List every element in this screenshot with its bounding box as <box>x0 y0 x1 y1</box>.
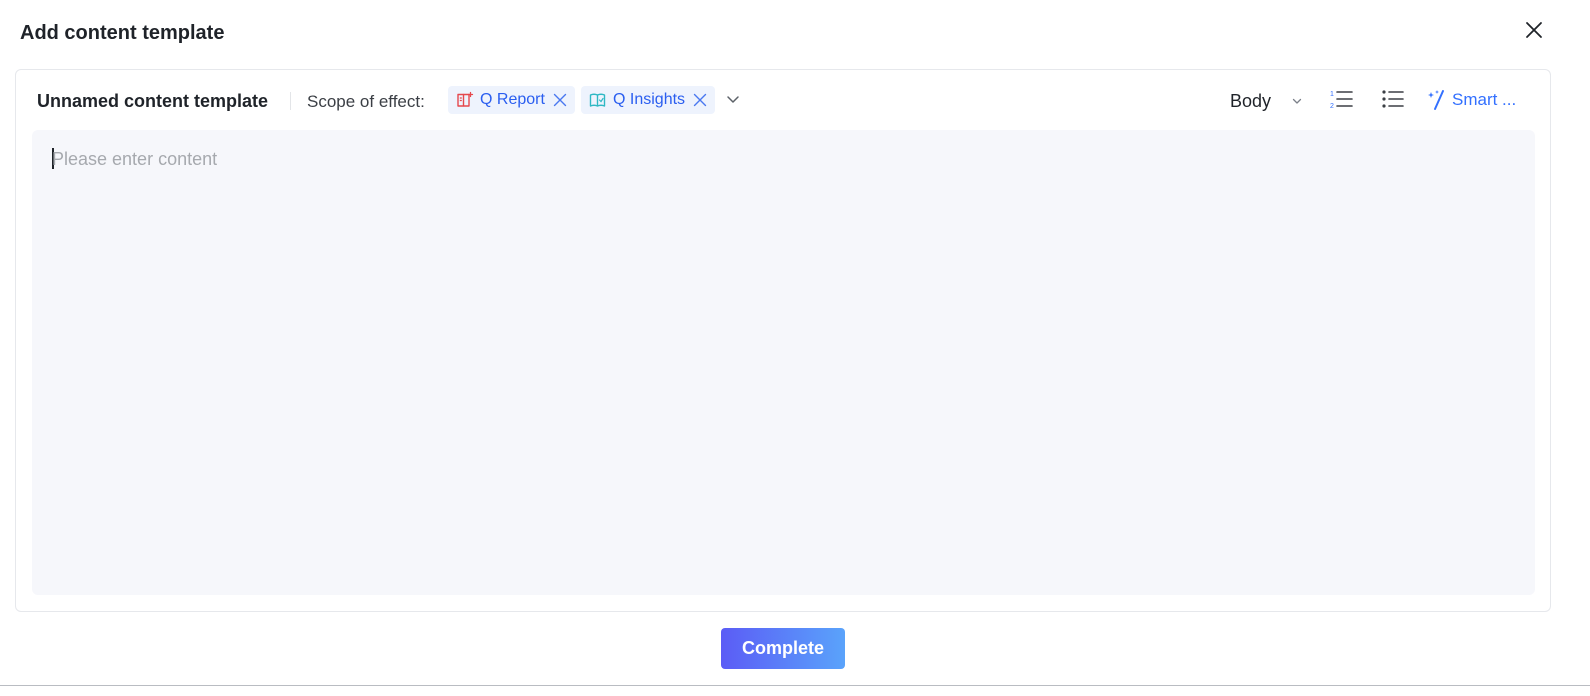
remove-tag-q-insights-button[interactable] <box>693 93 707 107</box>
content-editor[interactable] <box>32 130 1535 595</box>
ordered-list-icon: 1 2 <box>1329 87 1353 116</box>
chevron-down-icon <box>1291 95 1303 107</box>
chevron-down-icon <box>725 91 741 112</box>
template-name[interactable]: Unnamed content template <box>37 90 268 112</box>
dialog-title: Add content template <box>20 22 225 44</box>
scope-tag-q-insights: Q Insights <box>581 86 716 114</box>
close-icon <box>1524 20 1544 45</box>
magic-wand-icon <box>1426 89 1448 111</box>
scope-tag-label: Q Insights <box>613 91 686 108</box>
scope-dropdown-button[interactable] <box>724 92 742 110</box>
svg-text:1: 1 <box>1330 91 1334 98</box>
svg-text:2: 2 <box>1330 103 1334 110</box>
scope-tag-q-report: Q Report <box>448 86 575 114</box>
content-input[interactable] <box>52 147 1512 171</box>
ordered-list-button[interactable]: 1 2 <box>1328 88 1354 114</box>
insights-book-icon <box>589 91 607 109</box>
remove-tag-q-report-button[interactable] <box>553 93 567 107</box>
template-editor-panel: Unnamed content template Scope of effect… <box>15 69 1551 612</box>
bullet-list-icon <box>1381 87 1405 116</box>
bullet-list-button[interactable] <box>1380 88 1406 114</box>
window-bottom-edge <box>0 685 1590 686</box>
add-content-template-dialog: Add content template Unnamed content tem… <box>0 0 1590 696</box>
smart-assistant-label: Smart ... <box>1452 90 1517 109</box>
smart-assistant-button[interactable]: Smart ... <box>1426 87 1516 113</box>
template-toolbar: Unnamed content template Scope of effect… <box>16 70 1550 130</box>
report-book-icon <box>456 91 474 109</box>
scope-tag-label: Q Report <box>480 91 545 108</box>
text-style-select[interactable]: Body <box>1230 88 1303 114</box>
close-button[interactable] <box>1520 18 1548 46</box>
toolbar-divider <box>290 92 291 110</box>
complete-button[interactable]: Complete <box>721 628 845 669</box>
text-style-value: Body <box>1230 91 1272 111</box>
scope-label: Scope of effect: <box>307 92 425 111</box>
